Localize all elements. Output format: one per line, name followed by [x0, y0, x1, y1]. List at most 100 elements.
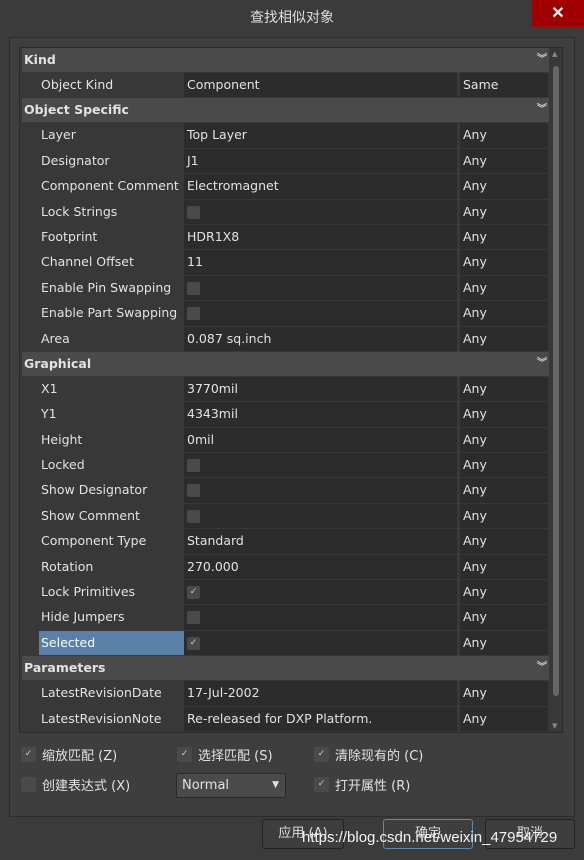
property-qualifier[interactable]: Any: [460, 580, 548, 605]
property-label[interactable]: Lock Primitives: [22, 580, 184, 605]
property-value[interactable]: [184, 453, 457, 478]
property-value[interactable]: 11: [184, 250, 457, 275]
scroll-up-icon[interactable]: ▲: [552, 50, 557, 58]
property-qualifier[interactable]: Any: [460, 326, 548, 351]
property-label[interactable]: Height: [22, 427, 184, 453]
property-qualifier[interactable]: Any: [460, 199, 548, 224]
scrollbar-thumb[interactable]: [553, 66, 559, 696]
collapse-icon[interactable]: ︾: [537, 656, 547, 680]
property-qualifier[interactable]: Any: [460, 453, 548, 478]
checkbox[interactable]: [187, 459, 200, 473]
property-qualifier[interactable]: Any: [460, 503, 548, 529]
property-qualifier[interactable]: Any: [460, 148, 548, 174]
property-value[interactable]: ✓: [184, 580, 457, 605]
collapse-icon[interactable]: ︾: [537, 48, 547, 72]
property-qualifier[interactable]: Any: [460, 224, 548, 250]
property-value[interactable]: [184, 275, 457, 301]
section-header[interactable]: Graphical ︾: [22, 351, 549, 376]
scroll-down-icon[interactable]: ▼: [552, 722, 557, 730]
checkbox[interactable]: [187, 307, 200, 321]
checkbox[interactable]: ✓: [187, 636, 200, 650]
property-label[interactable]: Channel Offset: [22, 250, 184, 275]
property-qualifier[interactable]: Any: [460, 250, 548, 275]
checkbox[interactable]: [187, 509, 200, 523]
property-value[interactable]: Component: [184, 73, 457, 98]
property-value[interactable]: 0mil: [184, 427, 457, 453]
property-value[interactable]: 4343mil: [184, 402, 457, 427]
property-value[interactable]: 3770mil: [184, 376, 457, 402]
property-qualifier[interactable]: Any: [460, 554, 548, 580]
checkbox[interactable]: ✓: [314, 777, 329, 792]
property-label[interactable]: Component Type: [22, 529, 184, 554]
property-value[interactable]: J1: [184, 148, 457, 174]
property-qualifier[interactable]: Any: [460, 478, 548, 503]
property-label[interactable]: Footprint: [22, 224, 184, 250]
property-label[interactable]: Show Comment: [22, 503, 184, 529]
property-value[interactable]: 0.087 sq.inch: [184, 326, 457, 351]
property-qualifier[interactable]: Any: [460, 301, 548, 326]
checkbox[interactable]: ✓: [314, 747, 329, 762]
property-label[interactable]: Area: [22, 326, 184, 351]
property-label[interactable]: Y1: [22, 402, 184, 427]
property-value[interactable]: Standard: [184, 529, 457, 554]
scrollbar[interactable]: ▲ ▼: [550, 48, 562, 732]
property-qualifier[interactable]: [460, 731, 548, 732]
property-label[interactable]: Show Designator: [22, 478, 184, 503]
checkbox[interactable]: [187, 281, 200, 295]
property-label[interactable]: Rotation: [22, 554, 184, 580]
checkbox[interactable]: ✓: [187, 586, 200, 600]
checkbox[interactable]: ✓: [21, 747, 36, 762]
section-header[interactable]: Parameters ︾: [22, 656, 549, 681]
collapse-icon[interactable]: ︾: [537, 352, 547, 376]
property-qualifier[interactable]: Any: [460, 123, 548, 148]
close-button[interactable]: ✕: [532, 0, 584, 27]
checkbox[interactable]: [187, 611, 200, 625]
mode-select[interactable]: Normal ▼: [176, 773, 286, 798]
property-label[interactable]: Enable Pin Swapping: [22, 275, 184, 301]
property-label[interactable]: Locked: [22, 453, 184, 478]
property-value[interactable]: Electromagnet: [184, 174, 457, 199]
checkbox[interactable]: [21, 777, 36, 792]
property-label[interactable]: Object Kind: [22, 73, 184, 98]
property-qualifier[interactable]: Any: [460, 275, 548, 301]
property-label[interactable]: Layer: [22, 123, 184, 148]
property-qualifier[interactable]: Any: [460, 605, 548, 630]
property-qualifier[interactable]: Any: [460, 529, 548, 554]
select-matching-option[interactable]: ✓ 选择匹配 (S): [177, 745, 273, 764]
property-label[interactable]: LatestRevisionDate: [22, 681, 184, 706]
property-label[interactable]: Hide Jumpers: [22, 605, 184, 630]
property-label[interactable]: X1: [22, 376, 184, 402]
zoom-matching-option[interactable]: ✓ 缩放匹配 (Z): [21, 745, 117, 764]
section-header[interactable]: Kind ︾: [22, 48, 549, 72]
property-label[interactable]: Component Comment: [22, 174, 184, 199]
property-qualifier[interactable]: Any: [460, 706, 548, 731]
property-label[interactable]: Selected: [39, 630, 184, 656]
property-value[interactable]: [184, 605, 457, 630]
property-qualifier[interactable]: Any: [460, 681, 548, 706]
section-header[interactable]: Object Specific ︾: [22, 98, 549, 123]
property-value[interactable]: Re-released for DXP Platform.: [184, 706, 457, 731]
collapse-icon[interactable]: ︾: [537, 98, 547, 122]
property-value[interactable]: [184, 301, 457, 326]
property-value[interactable]: 270.000: [184, 554, 457, 580]
open-inspector-option[interactable]: ✓ 打开属性 (R): [314, 775, 410, 794]
property-qualifier[interactable]: Any: [460, 427, 548, 453]
property-label[interactable]: LatestRevisionNote: [22, 706, 184, 731]
property-qualifier[interactable]: Any: [460, 402, 548, 427]
property-label[interactable]: Lock Strings: [22, 199, 184, 224]
checkbox[interactable]: ✓: [177, 747, 192, 762]
property-value[interactable]: [184, 503, 457, 529]
property-qualifier[interactable]: Any: [460, 630, 548, 656]
property-qualifier[interactable]: Any: [460, 376, 548, 402]
property-value[interactable]: 17-Jul-2002: [184, 681, 457, 706]
property-label[interactable]: Enable Part Swapping: [22, 301, 184, 326]
checkbox[interactable]: [187, 484, 200, 498]
clear-existing-option[interactable]: ✓ 清除现有的 (C): [314, 745, 423, 764]
property-label[interactable]: Designator: [22, 148, 184, 174]
property-qualifier[interactable]: Same: [460, 73, 548, 98]
property-value[interactable]: ✓: [184, 630, 457, 656]
property-qualifier[interactable]: Any: [460, 174, 548, 199]
property-value[interactable]: [184, 199, 457, 224]
property-value[interactable]: [184, 478, 457, 503]
property-value[interactable]: [184, 731, 457, 732]
